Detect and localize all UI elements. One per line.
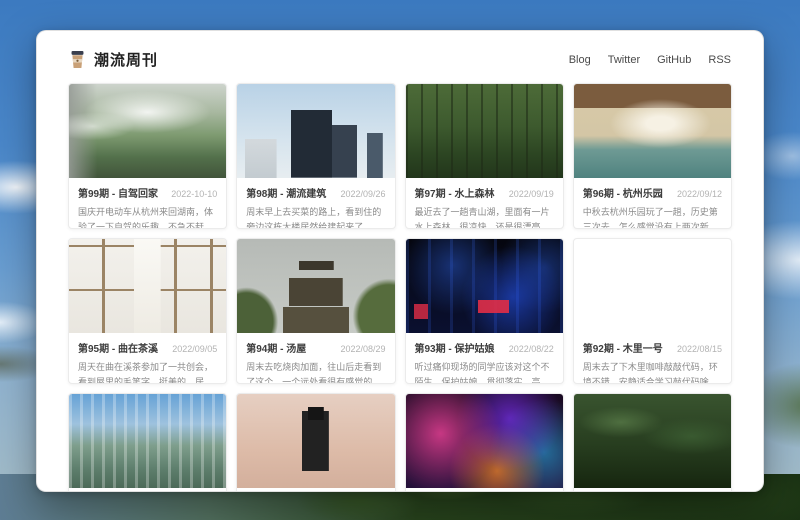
concert-stage-photo bbox=[406, 239, 563, 333]
card-date: 2022-10-10 bbox=[171, 189, 217, 199]
card-date: 2022/08/29 bbox=[340, 344, 385, 354]
browser-window: 潮流周刊 Blog Twitter GitHub RSS 第99期 - 自驾回家 20… bbox=[36, 30, 764, 492]
card-description: 周末去了下木里咖啡敲敲代码，环境不错，安静适合学习敲代码啥的，由于下午 3 点多… bbox=[583, 360, 722, 384]
issue-card[interactable]: 第96期 - 杭州乐园 2022/09/12 中秋去杭州乐园玩了一趟，历史第三次… bbox=[573, 83, 732, 229]
card-body: 第95期 - 曲在茶溪 2022/09/05 周天在曲在溪茶参加了一共创会，看到… bbox=[69, 333, 226, 384]
cave-lights-photo bbox=[406, 394, 563, 488]
shoji-calligraphy-photo bbox=[69, 239, 226, 333]
site-title: 潮流周刊 bbox=[94, 49, 158, 70]
night-forest-photo bbox=[574, 394, 731, 488]
card-body: 第90期 - 山仓子 2022/08/01 bbox=[237, 488, 394, 492]
card-description: 国庆开电动车从杭州来回湖南，体验了一下自驾的乐趣，不急不赶，很幸运累计只堵了..… bbox=[78, 205, 217, 229]
skyscraper-photo bbox=[237, 84, 394, 178]
card-body: 第94期 - 汤屋 2022/08/29 周末去吃烧肉加面，往山后走看到了这个，… bbox=[237, 333, 394, 384]
card-description: 周末早上去买菜的路上，看到住的旁边这栋大楼居然给建起来了，在阳光下的无遮镜效果真… bbox=[246, 205, 385, 229]
card-body: 第97期 - 水上森林 2022/09/19 最近去了一趟青山湖，里面有一片水上… bbox=[406, 178, 563, 229]
card-date: 2022/08/22 bbox=[509, 344, 554, 354]
card-title[interactable]: 第99期 - 自驾回家 bbox=[78, 185, 158, 200]
nav-link-github[interactable]: GitHub bbox=[657, 54, 691, 66]
water-spray-photo bbox=[574, 84, 731, 178]
card-body: 第89期 - 去避暑吧 2022/07/25 bbox=[406, 488, 563, 492]
issue-card[interactable]: 第93期 - 保护姑娘 2022/08/22 听过痛仰现场的同学应该对这个不陌生… bbox=[405, 238, 564, 384]
issue-card[interactable]: 第98期 - 潮流建筑 2022/09/26 周末早上去买菜的路上，看到住的旁边… bbox=[236, 83, 395, 229]
water-forest-photo bbox=[406, 84, 563, 178]
site-brand[interactable]: 潮流周刊 bbox=[69, 49, 158, 70]
card-description: 周天在曲在溪茶参加了一共创会，看到屋里的毛笔字，挺美的，居然是老板自己写的，牛的… bbox=[78, 360, 217, 384]
coffee-cup-logo-icon bbox=[69, 50, 86, 69]
header-nav: Blog Twitter GitHub RSS bbox=[569, 54, 731, 66]
site-header: 潮流周刊 Blog Twitter GitHub RSS bbox=[37, 31, 763, 83]
nav-link-twitter[interactable]: Twitter bbox=[608, 54, 640, 66]
issue-card[interactable]: 第91期 - 天目里 2022/08/08 bbox=[68, 393, 227, 492]
card-date: 2022/09/05 bbox=[172, 344, 217, 354]
card-title[interactable]: 第92期 - 木里一号 bbox=[583, 340, 663, 355]
card-description: 听过痛仰现场的同学应该对这个不陌生，保护姑娘，贯彻落实，高虎这一群人看着老了，但… bbox=[415, 360, 554, 384]
card-description: 最近去了一趟青山湖，里面有一片水上森林，很凉快，还是很漂亮的，适合散散步。 bbox=[415, 205, 554, 229]
nav-link-blog[interactable]: Blog bbox=[569, 54, 591, 66]
issue-card[interactable]: 第92期 - 木里一号 2022/08/15 周末去了下木里咖啡敲敲代码，环境不… bbox=[573, 238, 732, 384]
glass-buildings-photo bbox=[69, 394, 226, 488]
card-date: 2022/09/12 bbox=[677, 189, 722, 199]
card-date: 2022/09/26 bbox=[340, 189, 385, 199]
card-body: 第99期 - 自驾回家 2022-10-10 国庆开电动车从杭州来回湖南，体验了… bbox=[69, 178, 226, 229]
card-title[interactable]: 第98期 - 潮流建筑 bbox=[246, 185, 326, 200]
card-title[interactable]: 第96期 - 杭州乐园 bbox=[583, 185, 663, 200]
orange-juice-photo bbox=[574, 239, 731, 333]
issue-card[interactable]: 第89期 - 去避暑吧 2022/07/25 bbox=[405, 393, 564, 492]
card-description: 中秋去杭州乐园玩了一趟，历史第三次去，怎么感觉没有上两次新鲜了，除去这个水还可以… bbox=[583, 205, 722, 229]
card-title[interactable]: 第97期 - 水上森林 bbox=[415, 185, 495, 200]
card-body: 第91期 - 天目里 2022/08/08 bbox=[69, 488, 226, 492]
misty-mountains-photo bbox=[69, 84, 226, 178]
card-title[interactable]: 第94期 - 汤屋 bbox=[246, 340, 306, 355]
cards-grid: 第99期 - 自驾回家 2022-10-10 国庆开电动车从杭州来回湖南，体验了… bbox=[37, 83, 763, 492]
card-title[interactable]: 第93期 - 保护姑娘 bbox=[415, 340, 495, 355]
card-date: 2022/09/19 bbox=[509, 189, 554, 199]
nav-link-rss[interactable]: RSS bbox=[708, 54, 731, 66]
black-bottle-photo bbox=[237, 394, 394, 488]
card-title[interactable]: 第95期 - 曲在茶溪 bbox=[78, 340, 158, 355]
card-date: 2022/08/15 bbox=[677, 344, 722, 354]
card-body: 第98期 - 潮流建筑 2022/09/26 周末早上去买菜的路上，看到住的旁边… bbox=[237, 178, 394, 229]
issue-card[interactable]: 第97期 - 水上森林 2022/09/19 最近去了一趟青山湖，里面有一片水上… bbox=[405, 83, 564, 229]
card-description: 周末去吃烧肉加面，往山后走看到了这个，一个远处看很有感觉的建筑，查了查叫汤屋。 bbox=[246, 360, 385, 384]
issue-card[interactable]: 第94期 - 汤屋 2022/08/29 周末去吃烧肉加面，往山后走看到了这个，… bbox=[236, 238, 395, 384]
issue-card[interactable]: 第90期 - 山仓子 2022/08/01 bbox=[236, 393, 395, 492]
issue-card[interactable]: 第99期 - 自驾回家 2022-10-10 国庆开电动车从杭州来回湖南，体验了… bbox=[68, 83, 227, 229]
card-body: 第92期 - 木里一号 2022/08/15 周末去了下木里咖啡敲敲代码，环境不… bbox=[574, 333, 731, 384]
bathhouse-photo bbox=[237, 239, 394, 333]
card-body: 第88期 - 大水枪 2022/07/18 bbox=[574, 488, 731, 492]
card-body: 第96期 - 杭州乐园 2022/09/12 中秋去杭州乐园玩了一趟，历史第三次… bbox=[574, 178, 731, 229]
issue-card[interactable]: 第95期 - 曲在茶溪 2022/09/05 周天在曲在溪茶参加了一共创会，看到… bbox=[68, 238, 227, 384]
issue-card[interactable]: 第88期 - 大水枪 2022/07/18 bbox=[573, 393, 732, 492]
card-body: 第93期 - 保护姑娘 2022/08/22 听过痛仰现场的同学应该对这个不陌生… bbox=[406, 333, 563, 384]
